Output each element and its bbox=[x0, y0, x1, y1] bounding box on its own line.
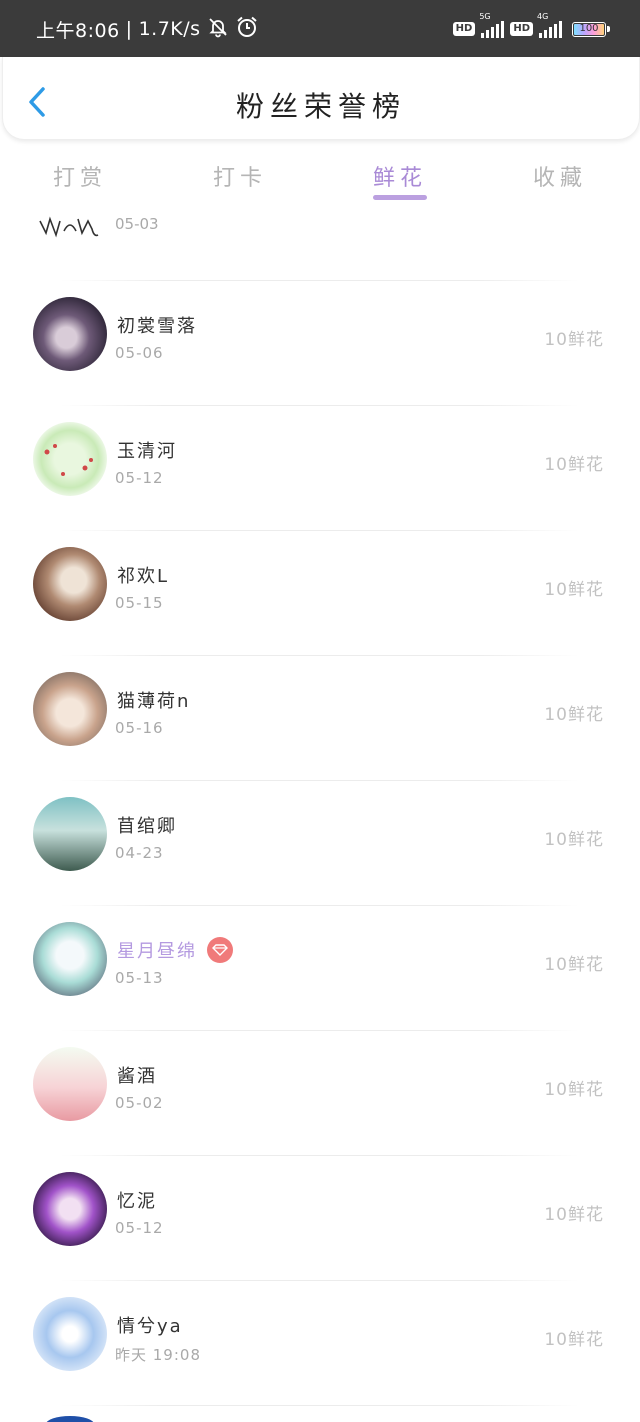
signal-5g-icon: 5G bbox=[479, 12, 505, 38]
avatar[interactable] bbox=[33, 922, 107, 996]
flower-count: 10鲜花 bbox=[544, 1080, 604, 1100]
user-name-text: 星月昼绵 bbox=[117, 941, 197, 962]
status-left: 上午8:06 | 1.7K/s bbox=[36, 16, 259, 42]
divider bbox=[60, 780, 580, 781]
user-name: 玉清河 bbox=[117, 437, 177, 463]
fan-list: 05-03 初裳雪落 05-06 10鲜花 玉清河 05-12 10鲜花 祁欢L… bbox=[0, 205, 640, 1422]
flower-count: 10鲜花 bbox=[544, 830, 604, 850]
flower-count: 10鲜花 bbox=[544, 1330, 604, 1350]
avatar[interactable] bbox=[33, 1172, 107, 1246]
list-item[interactable]: 猫薄荷n 05-16 10鲜花 bbox=[0, 655, 640, 780]
user-name: 酱酒 bbox=[117, 1062, 157, 1088]
list-item-date: 05-16 bbox=[115, 719, 164, 737]
avatar[interactable] bbox=[33, 797, 107, 871]
avatar-art bbox=[44, 444, 93, 476]
divider bbox=[60, 280, 580, 281]
status-bar: 上午8:06 | 1.7K/s HD 5G HD 4G 100 bbox=[0, 0, 640, 57]
battery-icon: 100 bbox=[572, 21, 610, 37]
flower-count: 10鲜花 bbox=[544, 455, 604, 475]
divider bbox=[60, 530, 580, 531]
user-name-text: 玉清河 bbox=[117, 441, 177, 462]
alarm-icon bbox=[235, 15, 259, 44]
hd-badge-1: HD bbox=[452, 22, 476, 36]
tab-flowers[interactable]: 鲜花 bbox=[320, 144, 480, 204]
list-item-date: 05-03 bbox=[115, 215, 159, 233]
flower-count: 10鲜花 bbox=[544, 330, 604, 350]
user-name: 星月昼绵 bbox=[117, 937, 233, 963]
list-item[interactable]: 星月昼绵 05-13 10鲜花 bbox=[0, 905, 640, 1030]
user-name-text: 初裳雪落 bbox=[117, 316, 197, 337]
user-name: 苜绾卿 bbox=[117, 812, 177, 838]
user-name-text: 苜绾卿 bbox=[117, 816, 177, 837]
list-item-date: 05-12 bbox=[115, 1219, 164, 1237]
divider bbox=[60, 1405, 580, 1406]
list-item[interactable]: 苜绾卿 04-23 10鲜花 bbox=[0, 780, 640, 905]
tab-checkin[interactable]: 打卡 bbox=[160, 144, 320, 204]
list-item[interactable]: 祁欢L 05-15 10鲜花 bbox=[0, 530, 640, 655]
tab-favorites[interactable]: 收藏 bbox=[480, 144, 640, 204]
list-item-date: 昨天 19:08 bbox=[115, 1346, 201, 1364]
status-separator: | bbox=[125, 18, 133, 40]
list-item-date: 04-23 bbox=[115, 844, 164, 862]
divider bbox=[60, 1280, 580, 1281]
user-name: 忆泥 bbox=[117, 1187, 157, 1213]
diamond-vip-icon bbox=[207, 937, 233, 963]
divider bbox=[60, 1155, 580, 1156]
avatar[interactable] bbox=[33, 422, 107, 496]
list-item-date: 05-02 bbox=[115, 1094, 164, 1112]
user-name-text: 酱酒 bbox=[117, 1066, 157, 1087]
list-item[interactable]: 忆泥 05-12 10鲜花 bbox=[0, 1155, 640, 1280]
bell-off-icon bbox=[207, 16, 229, 43]
network-5g-label: 5G bbox=[479, 12, 491, 21]
divider bbox=[60, 655, 580, 656]
battery-level: 100 bbox=[574, 23, 604, 35]
list-item[interactable]: 玉清河 05-12 10鲜花 bbox=[0, 405, 640, 530]
hd-badge-2: HD bbox=[510, 22, 533, 36]
user-name-text: 忆泥 bbox=[117, 1191, 157, 1212]
tab-bar: 打赏 打卡 鲜花 收藏 bbox=[0, 144, 640, 204]
user-name-text: 猫薄荷n bbox=[117, 691, 191, 712]
avatar[interactable] bbox=[33, 297, 107, 371]
page-header: 粉丝荣誉榜 bbox=[2, 57, 640, 140]
status-right: HD 5G HD 4G 100 bbox=[452, 12, 610, 43]
avatar[interactable] bbox=[33, 1297, 107, 1371]
status-time: 上午8:06 bbox=[36, 19, 120, 42]
flower-count: 10鲜花 bbox=[544, 580, 604, 600]
list-item[interactable]: 初裳雪落 05-06 10鲜花 bbox=[0, 280, 640, 405]
user-name: 初裳雪落 bbox=[117, 312, 197, 338]
network-4g-label: 4G bbox=[537, 12, 549, 21]
list-item-date: 05-15 bbox=[115, 594, 164, 612]
divider bbox=[60, 405, 580, 406]
list-item-partial[interactable]: 05-03 bbox=[0, 205, 640, 238]
divider bbox=[60, 905, 580, 906]
page-title: 粉丝荣誉榜 bbox=[235, 90, 406, 123]
avatar[interactable] bbox=[33, 547, 107, 621]
signal-4g-icon: 4G bbox=[537, 12, 562, 38]
tab-tips[interactable]: 打赏 bbox=[0, 144, 160, 204]
list-item-date: 05-13 bbox=[115, 969, 164, 987]
flower-count: 10鲜花 bbox=[544, 955, 604, 975]
user-name: 猫薄荷n bbox=[117, 687, 190, 713]
user-name-text: 祁欢L bbox=[117, 566, 170, 587]
user-name: 祁欢L bbox=[117, 562, 169, 588]
flower-count: 10鲜花 bbox=[544, 1205, 604, 1225]
user-name-text: 情兮ya bbox=[117, 1316, 183, 1337]
avatar[interactable] bbox=[33, 672, 107, 746]
flower-count: 10鲜花 bbox=[544, 705, 604, 725]
user-name: 情兮ya bbox=[117, 1312, 183, 1338]
divider bbox=[60, 1030, 580, 1031]
list-item-date: 05-12 bbox=[115, 469, 164, 487]
avatar-partial bbox=[46, 1416, 94, 1422]
list-item[interactable]: 酱酒 05-02 10鲜花 bbox=[0, 1030, 640, 1155]
list-item-partial-bottom[interactable] bbox=[0, 1405, 640, 1422]
list-item[interactable]: 情兮ya 昨天 19:08 10鲜花 bbox=[0, 1280, 640, 1405]
avatar[interactable] bbox=[33, 1047, 107, 1121]
list-item-date: 05-06 bbox=[115, 344, 164, 362]
avatar-partial bbox=[39, 216, 99, 238]
status-speed: 1.7K/s bbox=[138, 18, 201, 40]
